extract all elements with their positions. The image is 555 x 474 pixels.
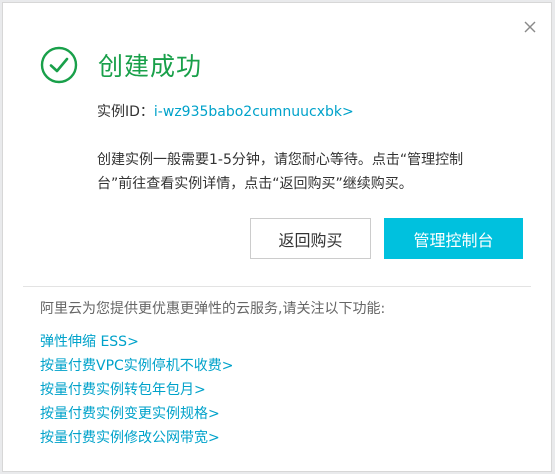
- dialog-header: 创建成功: [40, 43, 202, 87]
- description-text: 创建实例一般需要1-5分钟，请您耐心等待。点击“管理控制台”前往查看实例详情，点…: [97, 152, 464, 192]
- feature-notice: 阿里云为您提供更优惠更弹性的云服务,请关注以下功能:: [40, 301, 386, 317]
- feature-link-list: 弹性伸缩 ESS> 按量付费VPC实例停机不收费> 按量付费实例转包年包月> 按…: [40, 330, 234, 450]
- feature-link-change-instance-type[interactable]: 按量付费实例变更实例规格>: [40, 402, 234, 426]
- feature-link-ess[interactable]: 弹性伸缩 ESS>: [40, 330, 234, 354]
- feature-link-vpc-stop-no-charge[interactable]: 按量付费VPC实例停机不收费>: [40, 354, 234, 378]
- close-icon[interactable]: [521, 18, 539, 36]
- dialog-title: 创建成功: [98, 52, 203, 81]
- feature-link-convert-subscription[interactable]: 按量付费实例转包年包月>: [40, 378, 234, 402]
- return-purchase-button[interactable]: 返回购买: [250, 218, 371, 259]
- instance-id-label: 实例ID：: [97, 104, 154, 120]
- management-console-button[interactable]: 管理控制台: [384, 218, 523, 259]
- check-circle-icon: [40, 46, 78, 84]
- create-success-dialog: 创建成功 实例ID：i-wz935babo2cumnuucxbk> 创建实例一般…: [2, 2, 552, 472]
- section-divider: [23, 286, 531, 287]
- feature-link-modify-bandwidth[interactable]: 按量付费实例修改公网带宽>: [40, 426, 234, 450]
- instance-id-link[interactable]: i-wz935babo2cumnuucxbk>: [154, 104, 354, 120]
- instance-id-row: 实例ID：i-wz935babo2cumnuucxbk>: [97, 101, 354, 121]
